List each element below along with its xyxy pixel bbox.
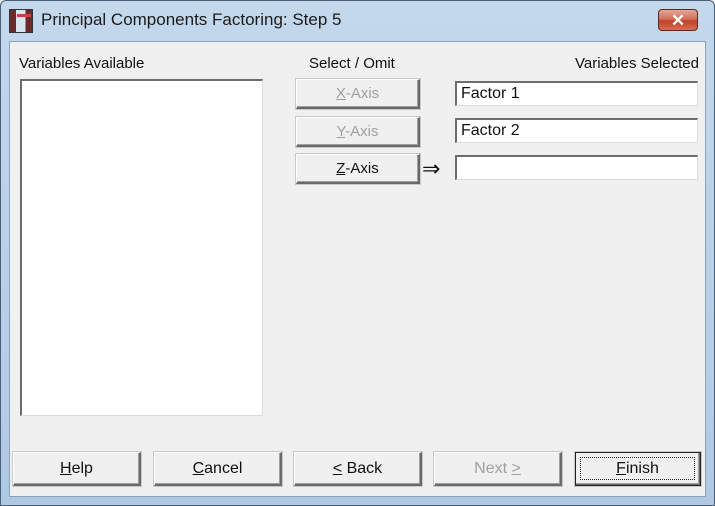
y-axis-label: -Axis xyxy=(345,123,379,140)
next-label: Next xyxy=(474,460,512,477)
help-mnemonic: H xyxy=(60,460,72,477)
x-axis-field[interactable]: Factor 1 xyxy=(455,81,698,106)
cancel-button[interactable]: Cancel xyxy=(154,452,282,486)
x-axis-button[interactable]: X-Axis xyxy=(296,79,420,109)
focus-rectangle xyxy=(580,457,695,480)
title-bar[interactable]: Principal Components Factoring: Step 5 ✕ xyxy=(1,1,714,41)
back-button[interactable]: < Back xyxy=(294,452,422,486)
close-icon: ✕ xyxy=(670,11,686,30)
window-title: Principal Components Factoring: Step 5 xyxy=(41,10,342,29)
variables-available-list[interactable] xyxy=(20,79,263,416)
help-label: elp xyxy=(71,460,93,477)
right-arrow-icon: ⇒ xyxy=(422,156,441,181)
next-mnemonic: > xyxy=(511,460,521,477)
close-button[interactable]: ✕ xyxy=(658,9,698,31)
select-omit-label: Select / Omit xyxy=(309,55,395,72)
dialog-client: Variables Available Select / Omit Variab… xyxy=(9,41,706,497)
y-axis-field[interactable]: Factor 2 xyxy=(455,118,698,143)
help-button[interactable]: Help xyxy=(13,452,141,486)
app-icon[interactable] xyxy=(9,9,33,33)
z-axis-label: -Axis xyxy=(345,160,379,177)
finish-button[interactable]: Finish xyxy=(575,452,701,486)
cancel-label: ancel xyxy=(204,460,243,477)
x-axis-mnemonic: X xyxy=(335,85,346,102)
back-label: Back xyxy=(342,460,383,477)
y-axis-button[interactable]: Y-Axis xyxy=(296,117,420,147)
cancel-mnemonic: C xyxy=(192,460,205,477)
z-axis-field[interactable] xyxy=(455,155,698,180)
z-axis-button[interactable]: Z-Axis xyxy=(296,154,420,184)
y-axis-mnemonic: Y xyxy=(336,123,346,140)
back-mnemonic: < xyxy=(332,460,343,477)
variables-available-label: Variables Available xyxy=(19,55,145,72)
variables-selected-label: Variables Selected xyxy=(575,55,699,72)
x-axis-label: -Axis xyxy=(345,85,380,102)
dialog-window: Principal Components Factoring: Step 5 ✕… xyxy=(0,0,715,506)
next-button[interactable]: Next > xyxy=(434,452,562,486)
